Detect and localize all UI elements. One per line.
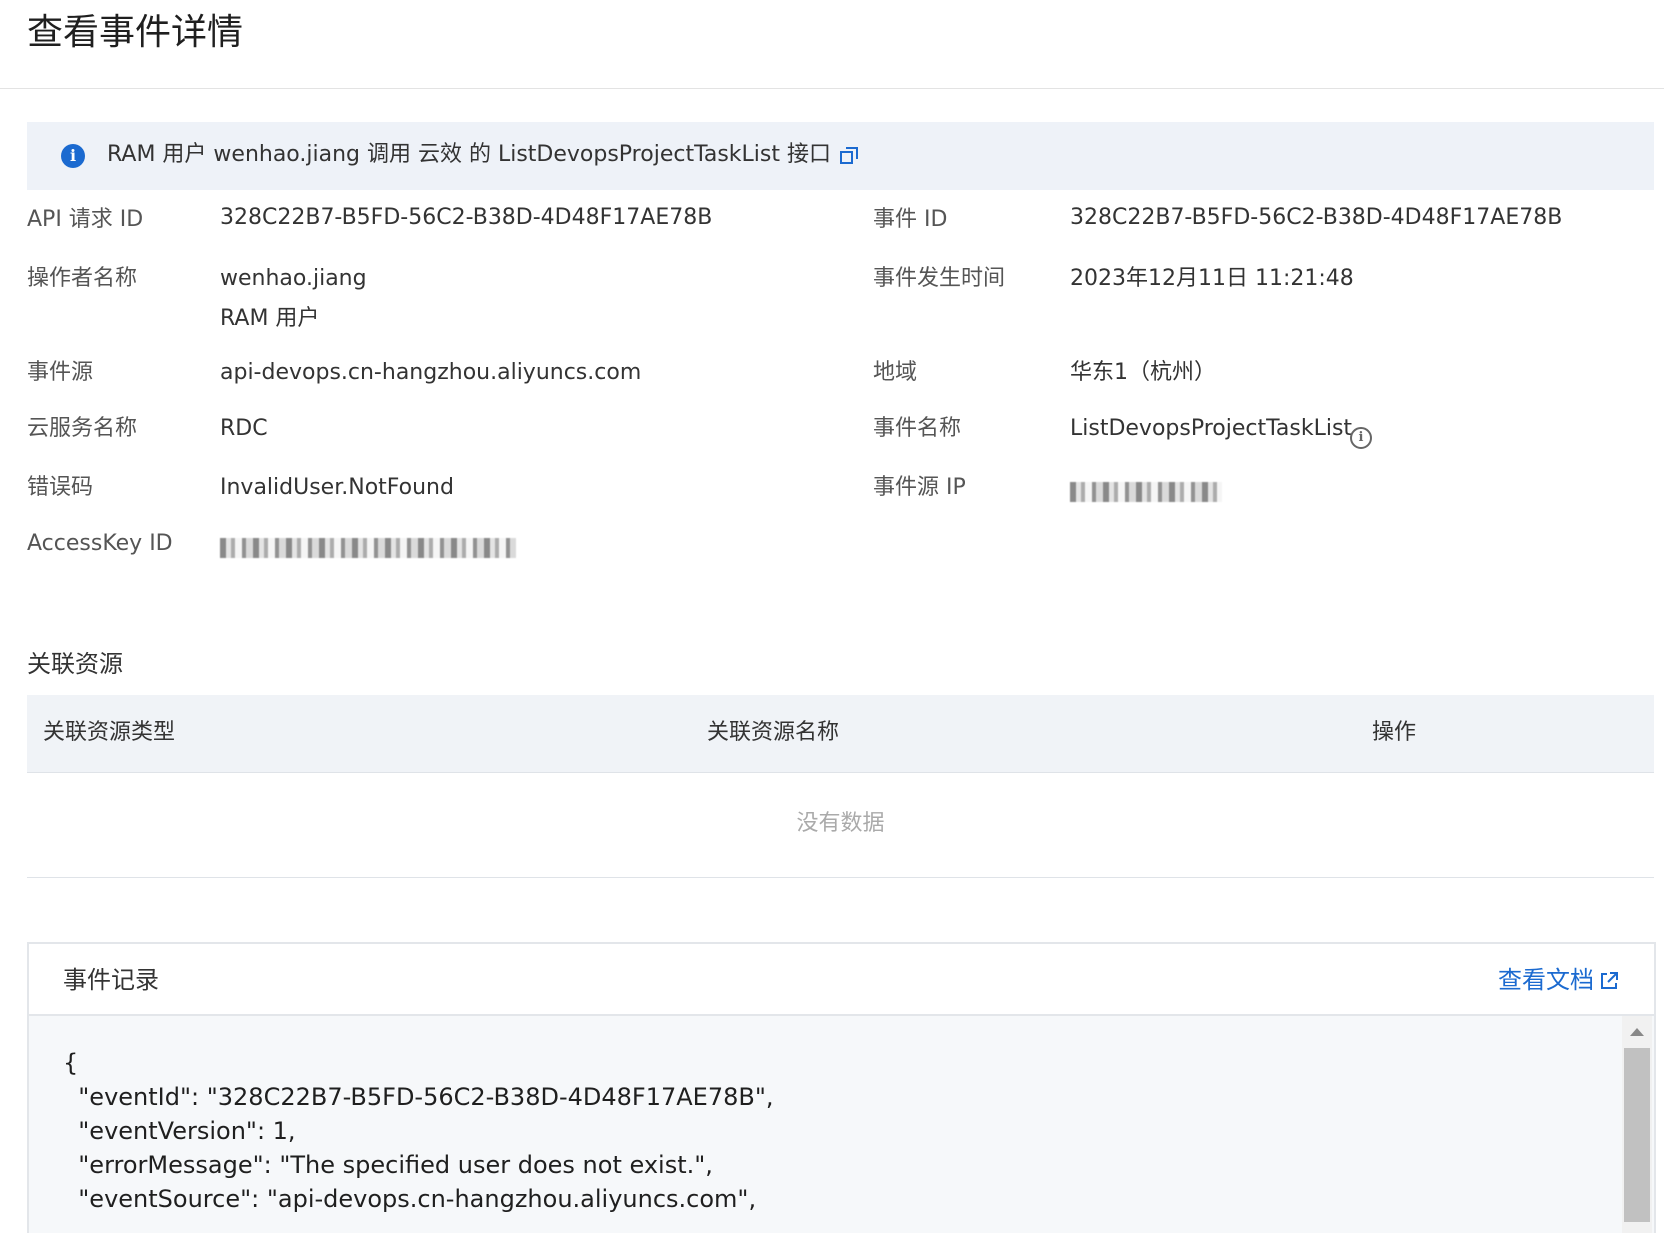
code-line: {	[63, 1049, 79, 1077]
event-time-label: 事件发生时间	[873, 266, 1006, 291]
column-header-resource-type: 关联资源类型	[43, 720, 176, 745]
related-resources-title: 关联资源	[27, 650, 123, 678]
column-header-resource-name: 关联资源名称	[707, 720, 840, 745]
scroll-up-arrow-icon[interactable]	[1630, 1028, 1644, 1036]
related-resources-table-header: 关联资源类型 关联资源名称 操作	[27, 695, 1654, 773]
code-line: "eventId": "328C22B7-B5FD-56C2-B38D-4D48…	[63, 1083, 774, 1111]
code-line: "eventVersion": 1,	[63, 1117, 296, 1145]
access-key-id-label: AccessKey ID	[27, 531, 173, 556]
event-id-label: 事件 ID	[873, 207, 948, 232]
operator-type-value: RAM 用户	[220, 306, 320, 331]
service-name-value: RDC	[220, 416, 268, 441]
code-line: "eventSource": "api-devops.cn-hangzhou.a…	[63, 1185, 757, 1213]
event-record-code[interactable]: { "eventId": "328C22B7-B5FD-56C2-B38D-4D…	[29, 1016, 1654, 1233]
error-code-value: InvalidUser.NotFound	[220, 475, 454, 500]
service-name-label: 云服务名称	[27, 416, 138, 441]
info-banner: i RAM 用户 wenhao.jiang 调用 云效 的 ListDevops…	[27, 122, 1654, 190]
event-source-ip-masked-value	[1070, 482, 1222, 502]
header-divider	[0, 88, 1664, 89]
open-window-icon[interactable]	[839, 146, 859, 166]
event-name-value: ListDevopsProjectTaskList	[1070, 416, 1353, 441]
event-source-value: api-devops.cn-hangzhou.aliyuncs.com	[220, 360, 642, 385]
error-code-label: 错误码	[27, 475, 94, 500]
event-name-label: 事件名称	[873, 416, 962, 441]
empty-state-text: 没有数据	[796, 811, 885, 836]
info-icon: i	[61, 144, 85, 168]
operator-name-value: wenhao.jiang	[220, 266, 367, 291]
view-docs-link[interactable]: 查看文档	[1498, 964, 1620, 996]
event-time-value: 2023年12月11日 11:21:48	[1070, 266, 1354, 291]
column-header-actions: 操作	[1372, 720, 1417, 745]
event-record-header: 事件记录 查看文档	[29, 944, 1654, 1016]
banner-text: RAM 用户 wenhao.jiang 调用 云效 的 ListDevopsPr…	[107, 142, 832, 167]
page-title: 查看事件详情	[27, 12, 244, 53]
access-key-id-masked-value	[220, 538, 516, 558]
external-link-icon	[1601, 972, 1618, 989]
event-record-panel: 事件记录 查看文档 { "eventId": "328C22B7-B5FD-56…	[27, 942, 1656, 1233]
code-scrollbar[interactable]	[1622, 1016, 1652, 1233]
event-source-label: 事件源	[27, 360, 94, 385]
event-name-info-icon[interactable]: i	[1350, 427, 1372, 449]
api-request-id-value: 328C22B7-B5FD-56C2-B38D-4D48F17AE78B	[220, 205, 713, 230]
view-docs-link-label: 查看文档	[1498, 966, 1594, 994]
event-source-ip-label: 事件源 IP	[873, 475, 966, 500]
api-request-id-label: API 请求 ID	[27, 207, 144, 232]
event-record-title: 事件记录	[63, 966, 159, 994]
operator-name-label: 操作者名称	[27, 266, 138, 291]
scroll-thumb[interactable]	[1624, 1048, 1650, 1222]
code-line: "errorMessage": "The specified user does…	[63, 1151, 713, 1179]
event-id-value: 328C22B7-B5FD-56C2-B38D-4D48F17AE78B	[1070, 205, 1563, 230]
region-value: 华东1（杭州）	[1070, 360, 1216, 385]
region-label: 地域	[873, 360, 918, 385]
related-resources-table-body: 没有数据	[27, 773, 1654, 878]
